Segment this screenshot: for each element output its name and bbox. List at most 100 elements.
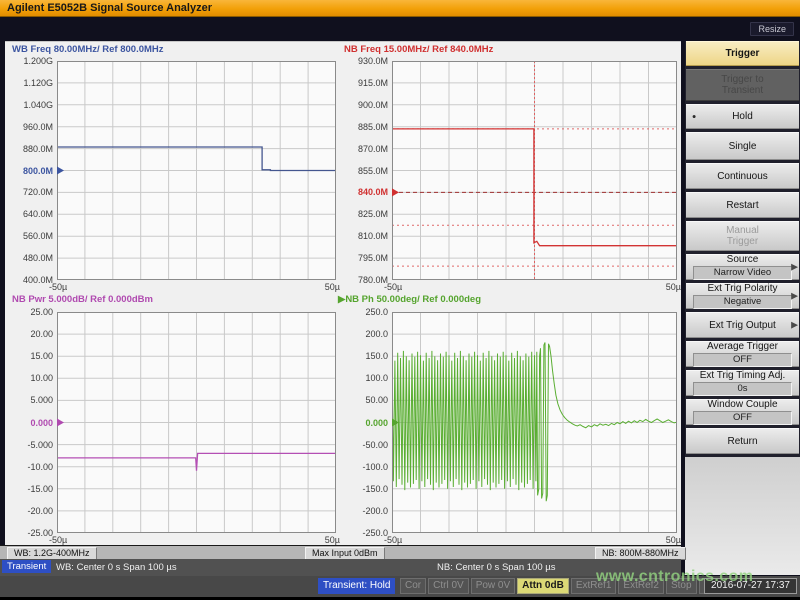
y-tick-label: 1.200G: [7, 56, 53, 66]
x-tick-label: 50µ: [312, 282, 340, 292]
y-tick-label: -20.00: [7, 506, 53, 516]
watermark: www.cntronics.com: [596, 568, 753, 586]
chevron-right-icon: ▶: [791, 320, 798, 331]
y-tick-label: -150.0: [342, 484, 388, 494]
y-tick-label: 800.0M: [7, 166, 53, 176]
y-tick-label: 930.0M: [342, 56, 388, 66]
trigger-menu: Trigger Trigger toTransient Hold● Single Con…: [685, 41, 800, 575]
sidebar-button-ext-trig-timing-adj[interactable]: Ext Trig Timing Adj.0s: [686, 370, 799, 396]
instrument-screen: Agilent E5052B Signal Source Analyzer Re…: [0, 0, 800, 600]
plot-title-a: WB Freq 80.00MHz/ Ref 800.0MHz: [12, 44, 164, 55]
plot-title-text: NB Pwr 5.000dB/ Ref 0.000dBm: [12, 294, 153, 305]
button-value: 0s: [693, 382, 792, 396]
sidebar-button-ext-trig-polarity[interactable]: Ext Trig PolarityNegative▶: [686, 283, 799, 309]
plot-area-c: [57, 312, 336, 533]
sidebar-button-manual-trigger: ManualTrigger: [686, 221, 799, 251]
top-strip: Resize: [0, 17, 800, 41]
y-tick-label: 840.0M: [342, 187, 388, 197]
selected-bullet-icon: ●: [692, 113, 696, 120]
sidebar-button-trigger-to-transient: Trigger toTransient: [686, 69, 799, 101]
sidebar-filler: [685, 457, 800, 575]
plot-title-text: NB Freq 15.00MHz/ Ref 840.0MHz: [344, 44, 493, 55]
y-tick-label: 880.0M: [7, 144, 53, 154]
sidebar-button-source[interactable]: SourceNarrow Video▶: [686, 254, 799, 280]
y-tick-label: 915.0M: [342, 78, 388, 88]
y-tick-label: 560.0M: [7, 231, 53, 241]
button-label: Continuous: [686, 171, 799, 182]
y-tick-label: 200.0: [342, 329, 388, 339]
y-tick-label: 870.0M: [342, 144, 388, 154]
button-label-line: Trigger: [686, 236, 799, 247]
button-label: Ext Trig Output: [686, 320, 799, 331]
y-tick-label: 20.00: [7, 329, 53, 339]
sidebar-button-restart[interactable]: Restart: [686, 192, 799, 218]
button-value: Narrow Video: [693, 266, 792, 280]
button-value: OFF: [693, 353, 792, 367]
sidebar-header-trigger[interactable]: Trigger: [686, 41, 799, 66]
status-indicator-attn-0db: Attn 0dB: [517, 578, 569, 594]
y-tick-label: -5.000: [7, 440, 53, 450]
y-tick-label: 25.00: [7, 307, 53, 317]
button-label: Single: [686, 141, 799, 152]
mode-chip: Transient: [2, 560, 51, 573]
plot-title-text: NB Ph 50.00deg/ Ref 0.000deg: [345, 294, 481, 305]
sidebar-button-hold[interactable]: Hold●: [686, 104, 799, 129]
y-tick-label: 480.0M: [7, 253, 53, 263]
chevron-right-icon: ▶: [791, 291, 798, 302]
sidebar-button-return[interactable]: Return: [686, 428, 799, 454]
button-value: OFF: [693, 411, 792, 425]
plot-title-d: ▶NB Ph 50.00deg/ Ref 0.000deg: [338, 294, 481, 305]
y-tick-label: -25.00: [7, 528, 53, 538]
sidebar-button-average-trigger[interactable]: Average TriggerOFF: [686, 341, 799, 367]
button-label: Return: [686, 436, 799, 447]
button-label-line: Transient: [686, 85, 799, 96]
x-tick-label: 50µ: [653, 282, 681, 292]
button-label: Window Couple: [686, 399, 799, 410]
wb-sweep-label: WB: Center 0 s Span 100 µs: [56, 562, 177, 573]
y-tick-label: 100.0: [342, 373, 388, 383]
y-tick-label: 1.040G: [7, 100, 53, 110]
button-value: Negative: [693, 295, 792, 309]
y-tick-label: 50.00: [342, 395, 388, 405]
status-indicator-pow-0v: Pow 0V: [471, 578, 515, 594]
y-tick-label: 15.00: [7, 351, 53, 361]
resize-button[interactable]: Resize: [750, 22, 794, 36]
y-tick-label: 400.0M: [7, 275, 53, 285]
y-tick-label: 960.0M: [7, 122, 53, 132]
y-tick-label: 5.000: [7, 395, 53, 405]
x-tick-label: 50µ: [653, 535, 681, 545]
y-tick-label: -15.00: [7, 484, 53, 494]
y-tick-label: 250.0: [342, 307, 388, 317]
plot-title-b: NB Freq 15.00MHz/ Ref 840.0MHz: [344, 44, 493, 55]
sidebar-button-continuous[interactable]: Continuous: [686, 163, 799, 189]
sidebar-button-window-couple[interactable]: Window CoupleOFF: [686, 399, 799, 425]
y-tick-label: -100.0: [342, 462, 388, 472]
window-titlebar: Agilent E5052B Signal Source Analyzer: [0, 0, 800, 17]
y-tick-label: -250.0: [342, 528, 388, 538]
sweep-status-row: Transient WB: Center 0 s Span 100 µs NB:…: [0, 559, 681, 576]
button-label: Ext Trig Polarity: [686, 283, 799, 294]
status-indicator-ctrl-0v: Ctrl 0V: [428, 578, 469, 594]
band-status-row: WB: 1.2G-400MHz Max Input 0dBm NB: 800M-…: [0, 545, 681, 559]
button-label: Source: [686, 254, 799, 265]
button-label: Hold: [686, 111, 799, 122]
status-indicator-cor: Cor: [400, 578, 426, 594]
y-tick-label: 795.0M: [342, 253, 388, 263]
y-tick-label: -200.0: [342, 506, 388, 516]
button-label-line: Manual: [686, 225, 799, 236]
sidebar-button-single[interactable]: Single: [686, 132, 799, 160]
sidebar-button-ext-trig-output[interactable]: Ext Trig Output▶: [686, 312, 799, 338]
y-tick-label: 720.0M: [7, 187, 53, 197]
trigger-state-chip: Transient: Hold: [318, 578, 395, 594]
y-tick-label: 855.0M: [342, 166, 388, 176]
y-tick-label: 825.0M: [342, 209, 388, 219]
y-tick-label: 150.0: [342, 351, 388, 361]
plot-title-text: WB Freq 80.00MHz/ Ref 800.0MHz: [12, 44, 164, 55]
y-tick-label: 10.00: [7, 373, 53, 383]
x-tick-label: -50µ: [49, 282, 67, 292]
plot-area-d: [392, 312, 677, 533]
y-tick-label: 0.000: [342, 418, 388, 428]
window-title: Agilent E5052B Signal Source Analyzer: [7, 2, 212, 14]
y-tick-label: 885.0M: [342, 122, 388, 132]
button-label: Average Trigger: [686, 341, 799, 352]
